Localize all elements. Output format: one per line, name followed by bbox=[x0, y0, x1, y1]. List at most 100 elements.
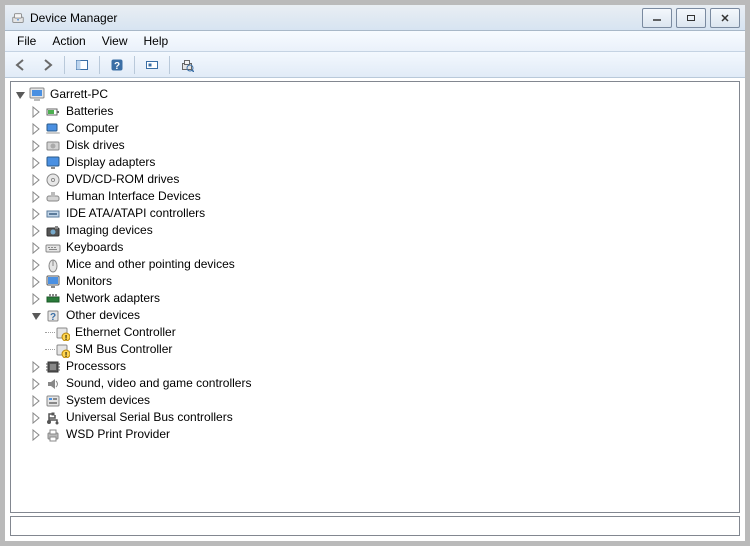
tree-root-label: Garrett-PC bbox=[48, 86, 110, 103]
show-hide-console-tree-button[interactable] bbox=[70, 53, 94, 77]
menu-view[interactable]: View bbox=[94, 31, 136, 51]
tree-category[interactable]: Monitors bbox=[13, 273, 739, 290]
expand-handle[interactable] bbox=[29, 172, 45, 188]
disk-icon bbox=[45, 138, 61, 154]
tree-category[interactable]: Network adapters bbox=[13, 290, 739, 307]
arrow-left-icon bbox=[14, 58, 28, 72]
help-icon: ? bbox=[110, 58, 124, 72]
mouse-icon bbox=[45, 257, 61, 273]
window-title: Device Manager bbox=[30, 11, 642, 25]
tree-category[interactable]: Display adapters bbox=[13, 154, 739, 171]
back-button[interactable] bbox=[9, 53, 33, 77]
expand-handle[interactable] bbox=[29, 376, 45, 392]
menubar: File Action View Help bbox=[5, 31, 745, 52]
expand-handle[interactable] bbox=[29, 359, 45, 375]
network-icon bbox=[45, 291, 61, 307]
menu-file[interactable]: File bbox=[9, 31, 44, 51]
help-button[interactable]: ? bbox=[105, 53, 129, 77]
tree-category-label: Display adapters bbox=[64, 154, 157, 171]
tree-device-label: Ethernet Controller bbox=[73, 324, 178, 341]
menu-help[interactable]: Help bbox=[136, 31, 177, 51]
tree-category-label: Mice and other pointing devices bbox=[64, 256, 237, 273]
tree-category-label: Computer bbox=[64, 120, 121, 137]
tree-category[interactable]: Human Interface Devices bbox=[13, 188, 739, 205]
keyboard-icon bbox=[45, 240, 61, 256]
menu-action[interactable]: Action bbox=[44, 31, 93, 51]
expand-handle[interactable] bbox=[29, 410, 45, 426]
tree-category[interactable]: DVD/CD-ROM drives bbox=[13, 171, 739, 188]
tree-category[interactable]: System devices bbox=[13, 392, 739, 409]
unknown-icon bbox=[54, 325, 70, 341]
toolbar-separator bbox=[64, 56, 65, 74]
tree-category[interactable]: Sound, video and game controllers bbox=[13, 375, 739, 392]
tree-root[interactable]: Garrett-PC bbox=[13, 86, 739, 103]
tree-category[interactable]: Computer bbox=[13, 120, 739, 137]
tree-category-label: Imaging devices bbox=[64, 222, 155, 239]
hid-icon bbox=[45, 189, 61, 205]
scan-hardware-icon bbox=[145, 58, 159, 72]
tree-device[interactable]: Ethernet Controller bbox=[13, 324, 739, 341]
tree-category[interactable]: Batteries bbox=[13, 103, 739, 120]
properties-icon bbox=[180, 58, 194, 72]
tree-category[interactable]: Processors bbox=[13, 358, 739, 375]
display-icon bbox=[45, 155, 61, 171]
tree-category[interactable]: IDE ATA/ATAPI controllers bbox=[13, 205, 739, 222]
tree-device[interactable]: SM Bus Controller bbox=[13, 341, 739, 358]
maximize-button[interactable] bbox=[676, 8, 706, 28]
tree-category[interactable]: Mice and other pointing devices bbox=[13, 256, 739, 273]
expand-handle[interactable] bbox=[29, 121, 45, 137]
tree-device-label: SM Bus Controller bbox=[73, 341, 174, 358]
close-button[interactable] bbox=[710, 8, 740, 28]
tree-category[interactable]: WSD Print Provider bbox=[13, 426, 739, 443]
console-tree-icon bbox=[75, 58, 89, 72]
expand-handle[interactable] bbox=[29, 206, 45, 222]
tree-category-label: WSD Print Provider bbox=[64, 426, 172, 443]
tree-category[interactable]: Other devices bbox=[13, 307, 739, 324]
tree-category-label: Disk drives bbox=[64, 137, 127, 154]
titlebar: Device Manager bbox=[5, 5, 745, 31]
tree-category[interactable]: Keyboards bbox=[13, 239, 739, 256]
tree-category-label: Universal Serial Bus controllers bbox=[64, 409, 235, 426]
expand-handle[interactable] bbox=[29, 223, 45, 239]
tree-category[interactable]: Imaging devices bbox=[13, 222, 739, 239]
monitor-icon bbox=[45, 274, 61, 290]
scan-hardware-button[interactable] bbox=[140, 53, 164, 77]
tree-category[interactable]: Disk drives bbox=[13, 137, 739, 154]
forward-button[interactable] bbox=[35, 53, 59, 77]
tree-category-label: Monitors bbox=[64, 273, 114, 290]
processor-icon bbox=[45, 359, 61, 375]
cdrom-icon bbox=[45, 172, 61, 188]
app-icon bbox=[10, 10, 26, 26]
expand-handle[interactable] bbox=[29, 155, 45, 171]
collapse-handle[interactable] bbox=[29, 308, 45, 324]
tree-category[interactable]: Universal Serial Bus controllers bbox=[13, 409, 739, 426]
minimize-button[interactable] bbox=[642, 8, 672, 28]
expand-handle[interactable] bbox=[29, 240, 45, 256]
expand-handle[interactable] bbox=[29, 393, 45, 409]
expand-handle[interactable] bbox=[29, 291, 45, 307]
usb-icon bbox=[45, 410, 61, 426]
computer-icon bbox=[29, 87, 45, 103]
arrow-right-icon bbox=[40, 58, 54, 72]
tree-category-label: Processors bbox=[64, 358, 128, 375]
tree-category-label: Human Interface Devices bbox=[64, 188, 203, 205]
tree-category-label: Sound, video and game controllers bbox=[64, 375, 253, 392]
system-icon bbox=[45, 393, 61, 409]
unknown-icon bbox=[54, 342, 70, 358]
expand-handle[interactable] bbox=[29, 138, 45, 154]
expand-handle[interactable] bbox=[29, 104, 45, 120]
toolbar-separator bbox=[134, 56, 135, 74]
printer-icon bbox=[45, 427, 61, 443]
device-properties-button[interactable] bbox=[175, 53, 199, 77]
expand-handle[interactable] bbox=[29, 427, 45, 443]
expand-handle[interactable] bbox=[29, 274, 45, 290]
toolbar-separator bbox=[169, 56, 170, 74]
collapse-handle[interactable] bbox=[13, 87, 29, 103]
device-tree[interactable]: Garrett-PCBatteriesComputerDisk drivesDi… bbox=[10, 81, 740, 513]
expand-handle[interactable] bbox=[29, 257, 45, 273]
device-manager-window: Device Manager File Action View Help bbox=[0, 0, 750, 546]
tree-category-label: Network adapters bbox=[64, 290, 162, 307]
expand-handle[interactable] bbox=[29, 189, 45, 205]
imaging-icon bbox=[45, 223, 61, 239]
computer-icon bbox=[45, 121, 61, 137]
